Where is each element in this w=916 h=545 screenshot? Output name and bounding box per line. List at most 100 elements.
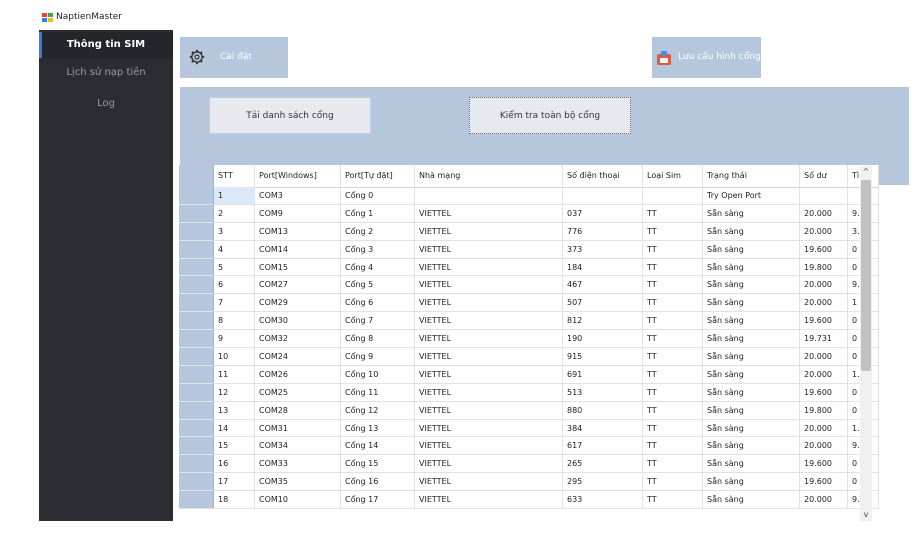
column-header-status[interactable]: Trạng thái <box>703 165 800 187</box>
load-ports-button[interactable]: Tải danh sách cổng <box>209 97 371 134</box>
sidebar-item-topup-history[interactable]: Lịch sử nạp tiền <box>39 60 173 86</box>
sim-type-cell[interactable]: TT <box>643 312 703 331</box>
phone-number-cell[interactable]: 373 <box>563 240 643 259</box>
sim-type-cell[interactable]: TT <box>643 473 703 492</box>
port-windows-cell[interactable]: COM26 <box>255 365 341 384</box>
balance-cell[interactable]: 19.600 <box>800 240 848 259</box>
table-row[interactable]: 14 COM31 Cổng 13 VIETTEL 384 TT Sẵn sàng 20.000… <box>179 419 879 438</box>
sim-type-cell[interactable]: TT <box>643 365 703 384</box>
sim-type-cell[interactable]: TT <box>643 294 703 313</box>
row-selector[interactable] <box>179 258 214 277</box>
table-row[interactable]: 9 COM32 Cổng 8 VIETTEL 190 TT Sẵn sàng 19.731 0 <box>179 330 879 349</box>
sim-type-cell[interactable] <box>643 187 703 205</box>
table-row[interactable]: 13 COM28 Cổng 12 VIETTEL 880 TT Sẵn sàng 19.800… <box>179 401 879 420</box>
row-selector[interactable] <box>179 348 214 366</box>
carrier-cell[interactable]: VIETTEL <box>415 222 563 241</box>
row-selector[interactable] <box>179 491 214 510</box>
carrier-cell[interactable]: VIETTEL <box>415 330 563 349</box>
sim-type-cell[interactable]: TT <box>643 222 703 241</box>
balance-cell[interactable]: 20.000 <box>800 222 848 241</box>
stt-cell[interactable]: 11 <box>214 365 255 384</box>
column-header-carrier[interactable]: Nhà mạng <box>415 165 563 187</box>
status-cell[interactable]: Sẵn sàng <box>703 204 800 223</box>
phone-number-cell[interactable]: 776 <box>563 222 643 241</box>
port-custom-cell[interactable]: Cổng 7 <box>341 312 415 331</box>
sim-type-cell[interactable]: TT <box>643 330 703 349</box>
column-header-sim-type[interactable]: Loại Sim <box>643 165 703 187</box>
table-row[interactable]: 10 COM24 Cổng 9 VIETTEL 915 TT Sẵn sàng 20.000 0 <box>179 348 879 366</box>
table-row[interactable]: 5 COM15 Cổng 4 VIETTEL 184 TT Sẵn sàng 19.800 0 <box>179 258 879 277</box>
port-windows-cell[interactable]: COM31 <box>255 419 341 438</box>
balance-cell[interactable]: 19.600 <box>800 473 848 492</box>
balance-cell[interactable]: 20.000 <box>800 491 848 510</box>
carrier-cell[interactable]: VIETTEL <box>415 294 563 313</box>
port-windows-cell[interactable]: COM15 <box>255 258 341 277</box>
phone-number-cell[interactable]: 691 <box>563 365 643 384</box>
phone-number-cell[interactable]: 880 <box>563 401 643 420</box>
port-windows-cell[interactable]: COM10 <box>255 491 341 510</box>
port-custom-cell[interactable]: Cổng 3 <box>341 240 415 259</box>
sim-type-cell[interactable]: TT <box>643 258 703 277</box>
carrier-cell[interactable]: VIETTEL <box>415 437 563 456</box>
status-cell[interactable]: Sẵn sàng <box>703 276 800 295</box>
status-cell[interactable]: Sẵn sàng <box>703 365 800 384</box>
status-cell[interactable]: Sẵn sàng <box>703 240 800 259</box>
port-windows-cell[interactable]: COM28 <box>255 401 341 420</box>
table-scrollbar[interactable]: ^ v <box>860 166 872 521</box>
phone-number-cell[interactable]: 467 <box>563 276 643 295</box>
port-custom-cell[interactable]: Cổng 0 <box>341 187 415 205</box>
status-cell[interactable]: Sẵn sàng <box>703 348 800 366</box>
balance-cell[interactable]: 19.731 <box>800 330 848 349</box>
port-custom-cell[interactable]: Cổng 15 <box>341 455 415 474</box>
stt-cell[interactable]: 8 <box>214 312 255 331</box>
table-row[interactable]: 12 COM25 Cổng 11 VIETTEL 513 TT Sẵn sàng 19.600… <box>179 383 879 402</box>
port-windows-cell[interactable]: COM13 <box>255 222 341 241</box>
port-windows-cell[interactable]: COM34 <box>255 437 341 456</box>
status-cell[interactable]: Sẵn sàng <box>703 419 800 438</box>
port-custom-cell[interactable]: Cổng 14 <box>341 437 415 456</box>
port-custom-cell[interactable]: Cổng 10 <box>341 365 415 384</box>
column-header-balance[interactable]: Số dư <box>800 165 848 187</box>
balance-cell[interactable]: 19.800 <box>800 401 848 420</box>
status-cell[interactable]: Sẵn sàng <box>703 330 800 349</box>
row-selector[interactable] <box>179 294 214 313</box>
stt-cell[interactable]: 15 <box>214 437 255 456</box>
scroll-up-icon[interactable]: ^ <box>860 166 872 178</box>
phone-number-cell[interactable]: 265 <box>563 455 643 474</box>
port-windows-cell[interactable]: COM33 <box>255 455 341 474</box>
status-cell[interactable]: Sẵn sàng <box>703 258 800 277</box>
balance-cell[interactable]: 19.600 <box>800 455 848 474</box>
table-row[interactable]: 15 COM34 Cổng 14 VIETTEL 617 TT Sẵn sàng 20.000… <box>179 437 879 456</box>
header-row-selector[interactable] <box>179 165 214 187</box>
row-selector[interactable] <box>179 473 214 492</box>
carrier-cell[interactable]: VIETTEL <box>415 348 563 366</box>
sim-type-cell[interactable]: TT <box>643 276 703 295</box>
port-windows-cell[interactable]: COM25 <box>255 383 341 402</box>
row-selector[interactable] <box>179 401 214 420</box>
balance-cell[interactable]: 20.000 <box>800 348 848 366</box>
phone-number-cell[interactable]: 633 <box>563 491 643 510</box>
port-windows-cell[interactable]: COM35 <box>255 473 341 492</box>
carrier-cell[interactable]: VIETTEL <box>415 240 563 259</box>
column-header-port-custom[interactable]: Port[Tự đặt] <box>341 165 415 187</box>
sim-type-cell[interactable]: TT <box>643 348 703 366</box>
port-custom-cell[interactable]: Cổng 17 <box>341 491 415 510</box>
stt-cell[interactable]: 6 <box>214 276 255 295</box>
balance-cell[interactable]: 19.600 <box>800 312 848 331</box>
port-custom-cell[interactable]: Cổng 9 <box>341 348 415 366</box>
status-cell[interactable]: Sẵn sàng <box>703 473 800 492</box>
carrier-cell[interactable] <box>415 187 563 205</box>
port-custom-cell[interactable]: Cổng 13 <box>341 419 415 438</box>
port-custom-cell[interactable]: Cổng 5 <box>341 276 415 295</box>
sim-type-cell[interactable]: TT <box>643 204 703 223</box>
port-custom-cell[interactable]: Cổng 11 <box>341 383 415 402</box>
row-selector[interactable] <box>179 455 214 474</box>
sim-type-cell[interactable]: TT <box>643 419 703 438</box>
stt-cell[interactable]: 1 <box>214 187 255 205</box>
row-selector[interactable] <box>179 330 214 349</box>
status-cell[interactable]: Sẵn sàng <box>703 294 800 313</box>
status-cell[interactable]: Sẵn sàng <box>703 491 800 510</box>
phone-number-cell[interactable]: 915 <box>563 348 643 366</box>
balance-cell[interactable]: 19.600 <box>800 383 848 402</box>
port-windows-cell[interactable]: COM30 <box>255 312 341 331</box>
